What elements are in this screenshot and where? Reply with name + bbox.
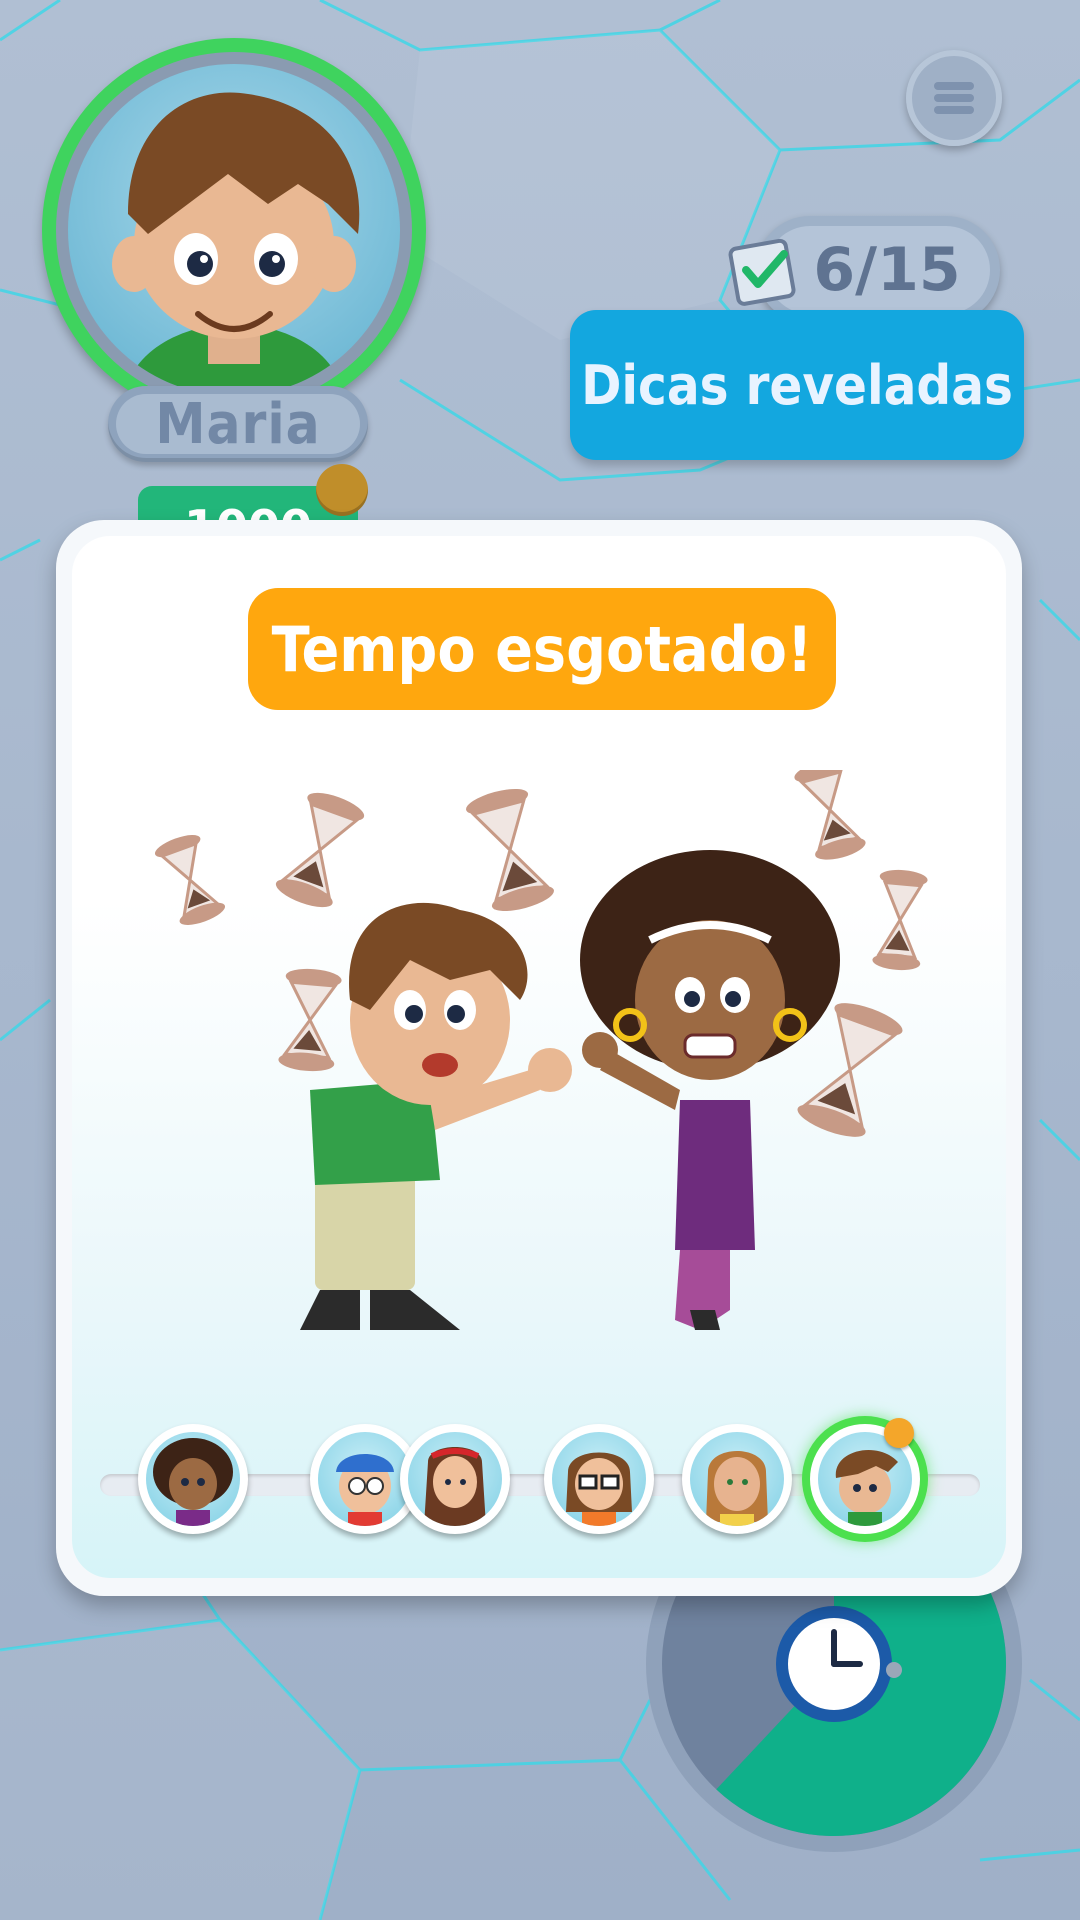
active-player-badge-icon bbox=[884, 1418, 914, 1448]
boy-character bbox=[300, 902, 572, 1330]
character-glasses-girl[interactable] bbox=[544, 1424, 654, 1534]
coin-icon bbox=[316, 464, 368, 516]
boy-portrait bbox=[112, 92, 360, 396]
character-blonde-girl[interactable] bbox=[682, 1424, 792, 1534]
dialog-title: Tempo esgotado! bbox=[248, 588, 836, 710]
player-name: Maria bbox=[116, 392, 360, 457]
character-redhead-girl[interactable] bbox=[400, 1424, 510, 1534]
arguing-characters-illustration bbox=[154, 770, 928, 1330]
checkmark-card-icon bbox=[728, 238, 796, 306]
menu-button[interactable] bbox=[906, 50, 1002, 146]
character-afro-girl[interactable] bbox=[138, 1424, 248, 1534]
girl-character bbox=[580, 850, 840, 1330]
player-name-plate: Maria bbox=[108, 386, 368, 462]
hamburger-icon bbox=[934, 82, 974, 90]
player-avatar[interactable] bbox=[42, 38, 426, 422]
hints-revealed-button[interactable]: Dicas reveladas bbox=[570, 310, 1024, 460]
